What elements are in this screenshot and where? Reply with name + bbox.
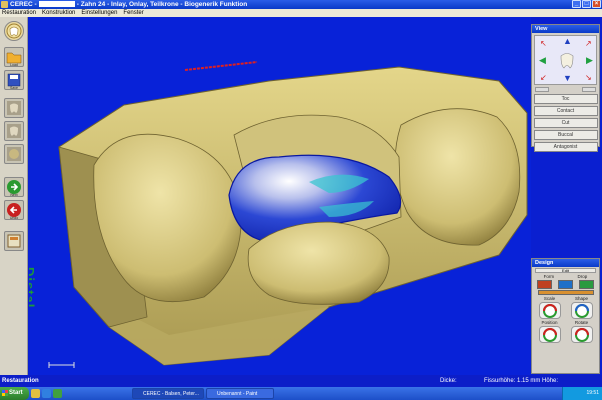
scale-label: Scale (543, 296, 556, 301)
tooth-stage-icon (7, 101, 21, 115)
title-bar: CEREC - - Zahn 24 - Inlay, Onlay, Teilkro… (0, 0, 602, 9)
next-label: Next (10, 193, 18, 197)
rotate-tr-icon[interactable]: ↗ (585, 39, 592, 48)
drop-tool-button[interactable] (579, 280, 594, 289)
menu-konstruktion[interactable]: Konstruktion (42, 9, 75, 17)
design-dials: Scale Shape Position Rotate (534, 296, 597, 343)
left-toolbar: Load Save Next Undo (0, 17, 28, 375)
save-button[interactable]: Save (4, 70, 24, 90)
view-buccal-button[interactable]: Buccal (533, 130, 598, 140)
tooth-stage-icon (7, 147, 21, 161)
design-tools-row-2 (534, 290, 597, 295)
clock: 19:51 (586, 390, 599, 396)
dental-model-render[interactable] (29, 17, 531, 375)
drop-label[interactable]: Drop (578, 274, 588, 279)
arrow-right-icon[interactable]: ▶ (586, 56, 593, 65)
redacted-patient-name (38, 1, 75, 8)
quicklaunch-icon-3[interactable] (53, 389, 62, 398)
quicklaunch-icon-2[interactable] (42, 389, 51, 398)
view-orientation-cube[interactable]: ▲ ▼ ◀ ▶ ↖ ↗ ↙ ↘ (534, 35, 597, 85)
title-suffix: - Zahn 24 - Inlay, Onlay, Teilkrone - Bi… (76, 1, 248, 8)
menu-restauration[interactable]: Restauration (2, 9, 36, 17)
stage-button-2[interactable] (4, 121, 24, 141)
view-panel-title: View (532, 25, 599, 33)
menu-fenster[interactable]: Fenster (123, 9, 143, 17)
form-label[interactable]: Form (544, 274, 555, 279)
scale-tool[interactable]: Scale (534, 296, 565, 319)
status-dicke: Dicke: (440, 378, 457, 384)
start-button[interactable]: Start (0, 387, 29, 400)
rotate-tool[interactable]: Rotate (566, 320, 597, 343)
status-bar: Restauration Dicke: Fissurhöhe: 1.15 mm … (0, 375, 602, 387)
undo-button[interactable]: Undo (4, 200, 24, 220)
arrow-up-icon[interactable]: ▲ (563, 37, 572, 46)
load-label: Load (10, 63, 18, 67)
calc-icon (7, 234, 21, 248)
load-button[interactable]: Load (4, 47, 24, 67)
axis-marker (184, 61, 258, 71)
arrow-left-icon[interactable]: ◀ (539, 56, 546, 65)
tooth-stage-icon (7, 124, 21, 138)
tooth-preview-icon (560, 53, 574, 69)
status-left: Restauration (2, 378, 39, 384)
rotate-dial-icon (574, 327, 589, 342)
view-cut-button[interactable]: Cut (533, 118, 598, 128)
calc-button[interactable] (4, 231, 24, 251)
arrow-down-icon[interactable]: ▼ (563, 74, 572, 83)
next-button[interactable]: Next (4, 177, 24, 197)
title-prefix: CEREC - (10, 1, 37, 8)
tooth-logo-icon (6, 23, 22, 39)
tool-strip[interactable] (537, 290, 594, 295)
3d-viewport[interactable]: Distal (29, 17, 531, 375)
smooth-tool-button[interactable] (558, 280, 573, 289)
shape-tool[interactable]: Shape (566, 296, 597, 319)
design-tools-row (534, 280, 597, 289)
close-button[interactable]: × (592, 0, 601, 8)
view-contact-button[interactable]: Contact (533, 106, 598, 116)
design-panel: Design Edit Form Drop Scale Shape Positi… (531, 258, 600, 374)
minimize-button[interactable]: _ (572, 0, 581, 8)
undo-label: Undo (9, 216, 19, 220)
rotate-tl-icon[interactable]: ↖ (540, 39, 547, 48)
position-tool[interactable]: Position (534, 320, 565, 343)
rotate-label: Rotate (574, 320, 589, 325)
tooth-logo-button[interactable] (4, 21, 24, 41)
shape-label: Shape (574, 296, 588, 301)
status-measurement: Fissurhöhe: 1.15 mm Höhe: (484, 378, 559, 384)
edit-tab[interactable]: Edit (535, 268, 596, 273)
view-toc-button[interactable]: Toc (533, 94, 598, 104)
shape-dial-icon (574, 303, 589, 318)
menu-bar: Restauration Konstruktion Einstellungen … (0, 9, 602, 17)
cerec-app-icon (1, 1, 8, 8)
save-label: Save (10, 86, 18, 90)
orientation-label: Distal (29, 267, 37, 309)
position-label: Position (541, 320, 558, 325)
view-nav-row (535, 87, 596, 92)
scale-bar (48, 362, 75, 368)
form-tool-button[interactable] (537, 280, 552, 289)
stage-button-3[interactable] (4, 144, 24, 164)
rotate-br-icon[interactable]: ↘ (585, 73, 592, 82)
system-tray: 19:51 (562, 387, 602, 400)
taskbar: Start CEREC - Balsen, Peter... Unbenannt… (0, 387, 602, 400)
stage-button-1[interactable] (4, 98, 24, 118)
quick-launch (31, 389, 62, 398)
view-panel: View ▲ ▼ ◀ ▶ ↖ ↗ ↙ ↘ Toc Contact Cut Buc… (531, 24, 600, 152)
taskbar-paint[interactable]: Unbenannt - Paint (206, 388, 274, 399)
taskbar-cerec[interactable]: CEREC - Balsen, Peter... (132, 388, 204, 399)
maximize-button[interactable]: □ (582, 0, 591, 8)
quicklaunch-icon-1[interactable] (31, 389, 40, 398)
menu-einstellungen[interactable]: Einstellungen (81, 9, 117, 17)
design-panel-title: Design (532, 259, 599, 267)
scale-dial-icon (542, 303, 557, 318)
next-view-button[interactable] (582, 87, 596, 92)
prev-view-button[interactable] (535, 87, 549, 92)
position-dial-icon (542, 327, 557, 342)
rotate-bl-icon[interactable]: ↙ (540, 73, 547, 82)
design-mode-row: Form Drop (532, 274, 599, 279)
view-antagonist-button[interactable]: Antagonist (533, 142, 598, 152)
